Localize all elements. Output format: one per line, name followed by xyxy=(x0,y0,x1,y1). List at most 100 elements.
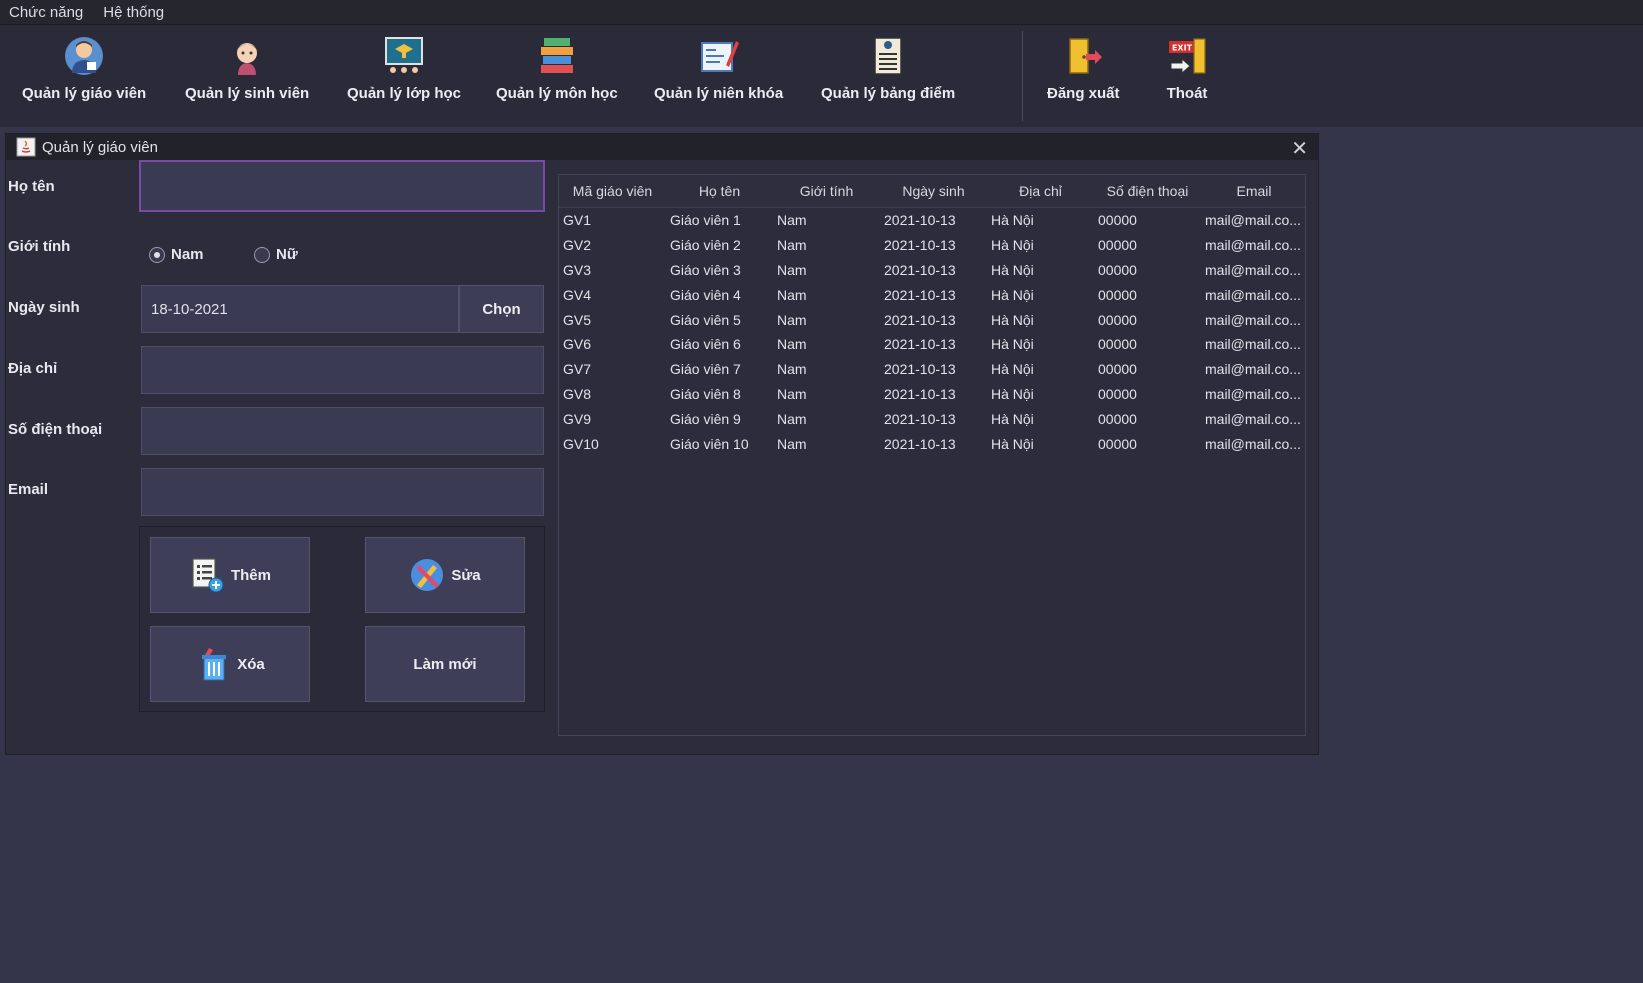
table-cell: 00000 xyxy=(1098,385,1137,402)
edit-tools-icon xyxy=(411,559,444,591)
table-cell: Nam xyxy=(777,261,807,278)
address-field[interactable] xyxy=(141,346,544,394)
column-header[interactable]: Mã giáo viên xyxy=(559,175,666,208)
table-row[interactable]: GV5 Giáo viên 5 Nam 2021-10-13 Hà Nội 00000 ma… xyxy=(559,307,1305,332)
add-button[interactable]: Thêm xyxy=(150,537,310,613)
column-header[interactable]: Số điện thoại xyxy=(1094,175,1201,208)
refresh-button-label: Làm mới xyxy=(413,655,477,673)
table-row[interactable]: GV6 Giáo viên 6 Nam 2021-10-13 Hà Nội 00000 ma… xyxy=(559,332,1305,357)
column-header[interactable]: Họ tên xyxy=(666,175,773,208)
table-row[interactable]: GV1 Giáo viên 1 Nam 2021-10-13 Hà Nội 00000 ma… xyxy=(559,208,1305,233)
delete-button-label: Xóa xyxy=(237,655,265,673)
toolbar-scoreboard-button[interactable]: Quản lý bảng điểm xyxy=(821,35,955,119)
toolbar: Quản lý giáo viên Quản lý sinh viên Quản… xyxy=(0,25,1643,127)
menu-chuc-nang[interactable]: Chức năng xyxy=(0,4,93,21)
table-cell: GV4 xyxy=(563,286,592,303)
table-cell: Giáo viên 3 xyxy=(670,261,741,278)
java-app-icon xyxy=(16,137,36,157)
table-row[interactable]: GV4 Giáo viên 4 Nam 2021-10-13 Hà Nội 00000 ma… xyxy=(559,282,1305,307)
toolbar-academic-year-button[interactable]: Quản lý niên khóa xyxy=(654,35,783,119)
gender-male-radio[interactable]: Nam xyxy=(149,246,204,263)
table-cell: 00000 xyxy=(1098,286,1137,303)
table-cell: GV3 xyxy=(563,261,592,278)
table-row[interactable]: GV8 Giáo viên 8 Nam 2021-10-13 Hà Nội 00000 ma… xyxy=(559,382,1305,407)
scoreboard-icon xyxy=(874,37,902,75)
table-cell: Hà Nội xyxy=(991,410,1034,427)
table-cell: Hà Nội xyxy=(991,385,1034,402)
toolbar-separator xyxy=(1022,31,1023,121)
table-cell: Hà Nội xyxy=(991,261,1034,278)
table-cell: Hà Nội xyxy=(991,361,1034,378)
column-header[interactable]: Email xyxy=(1201,175,1305,208)
toolbar-exit-button[interactable]: EXIT Thoát xyxy=(1166,35,1208,119)
table-cell: Hà Nội xyxy=(991,435,1034,452)
table-cell: 00000 xyxy=(1098,410,1137,427)
email-input[interactable] xyxy=(142,469,543,515)
table-cell: 2021-10-13 xyxy=(884,435,956,452)
toolbar-label: Quản lý niên khóa xyxy=(654,85,784,102)
teacher-table[interactable]: Mã giáo viên Họ tên Giới tính Ngày sinh … xyxy=(558,174,1306,736)
table-cell: Giáo viên 2 xyxy=(670,237,741,254)
table-cell: mail@mail.co... xyxy=(1205,311,1301,328)
table-cell: Nam xyxy=(777,336,807,353)
table-cell: 00000 xyxy=(1098,261,1137,278)
column-header[interactable]: Địa chỉ xyxy=(987,175,1094,208)
name-field[interactable] xyxy=(139,160,545,212)
toolbar-teacher-button[interactable]: Quản lý giáo viên xyxy=(22,35,146,119)
table-row[interactable]: GV10 Giáo viên 10 Nam 2021-10-13 Hà Nội 00000… xyxy=(559,431,1305,456)
table-cell: 2021-10-13 xyxy=(884,361,956,378)
dob-field[interactable] xyxy=(141,285,459,333)
table-cell: 00000 xyxy=(1098,237,1137,254)
dob-input[interactable] xyxy=(142,286,458,332)
table-cell: Giáo viên 10 xyxy=(670,435,749,452)
table-cell: mail@mail.co... xyxy=(1205,435,1301,452)
table-cell: 00000 xyxy=(1098,361,1137,378)
add-list-icon xyxy=(192,558,224,593)
gender-female-label: Nữ xyxy=(276,246,298,263)
logout-icon xyxy=(1069,38,1103,74)
address-input[interactable] xyxy=(142,347,543,393)
column-header[interactable]: Ngày sinh xyxy=(880,175,987,208)
table-cell: Nam xyxy=(777,385,807,402)
menu-bar: Chức năng Hệ thống xyxy=(0,0,1643,25)
address-label: Địa chỉ xyxy=(8,360,58,377)
table-cell: GV6 xyxy=(563,336,592,353)
email-field[interactable] xyxy=(141,468,544,516)
phone-field[interactable] xyxy=(141,407,544,455)
table-cell: Nam xyxy=(777,212,807,229)
gender-female-radio[interactable]: Nữ xyxy=(254,246,298,263)
phone-input[interactable] xyxy=(142,408,543,454)
close-icon[interactable]: ✕ xyxy=(1291,136,1308,161)
table-cell: 2021-10-13 xyxy=(884,286,956,303)
books-icon xyxy=(540,38,573,73)
choose-date-button[interactable]: Chọn xyxy=(459,285,544,333)
toolbar-student-button[interactable]: Quản lý sinh viên xyxy=(185,35,309,119)
teacher-management-window: Quản lý giáo viên ✕ Họ tên Giới tính Nam… xyxy=(5,133,1319,755)
teacher-icon xyxy=(65,37,104,75)
toolbar-logout-button[interactable]: Đăng xuất xyxy=(1047,35,1120,119)
refresh-button[interactable]: Làm mới xyxy=(365,626,525,702)
table-header-row: Mã giáo viên Họ tên Giới tính Ngày sinh … xyxy=(559,175,1305,208)
classroom-icon xyxy=(385,37,423,73)
table-cell: mail@mail.co... xyxy=(1205,261,1301,278)
radio-selected-dot xyxy=(154,251,160,258)
edit-button[interactable]: Sửa xyxy=(365,537,525,613)
table-row[interactable]: GV2 Giáo viên 2 Nam 2021-10-13 Hà Nội 00000 ma… xyxy=(559,233,1305,258)
table-cell: Hà Nội xyxy=(991,237,1034,254)
table-cell: GV7 xyxy=(563,361,592,378)
menu-he-thong[interactable]: Hệ thống xyxy=(93,4,174,21)
toolbar-classroom-button[interactable]: Quản lý lớp học xyxy=(347,35,461,119)
gender-label: Giới tính xyxy=(8,238,71,255)
toolbar-subject-button[interactable]: Quản lý môn học xyxy=(496,35,618,119)
table-cell: Giáo viên 6 xyxy=(670,336,741,353)
column-header[interactable]: Giới tính xyxy=(773,175,880,208)
table-row[interactable]: GV3 Giáo viên 3 Nam 2021-10-13 Hà Nội 00000 ma… xyxy=(559,258,1305,283)
table-cell: Nam xyxy=(777,286,807,303)
delete-button[interactable]: Xóa xyxy=(150,626,310,702)
table-row[interactable]: GV7 Giáo viên 7 Nam 2021-10-13 Hà Nội 00000 ma… xyxy=(559,357,1305,382)
svg-text:EXIT: EXIT xyxy=(1172,44,1193,53)
name-input[interactable] xyxy=(141,162,543,210)
table-cell: GV1 xyxy=(563,212,592,229)
table-cell: mail@mail.co... xyxy=(1205,336,1301,353)
table-row[interactable]: GV9 Giáo viên 9 Nam 2021-10-13 Hà Nội 00000 ma… xyxy=(559,406,1305,431)
